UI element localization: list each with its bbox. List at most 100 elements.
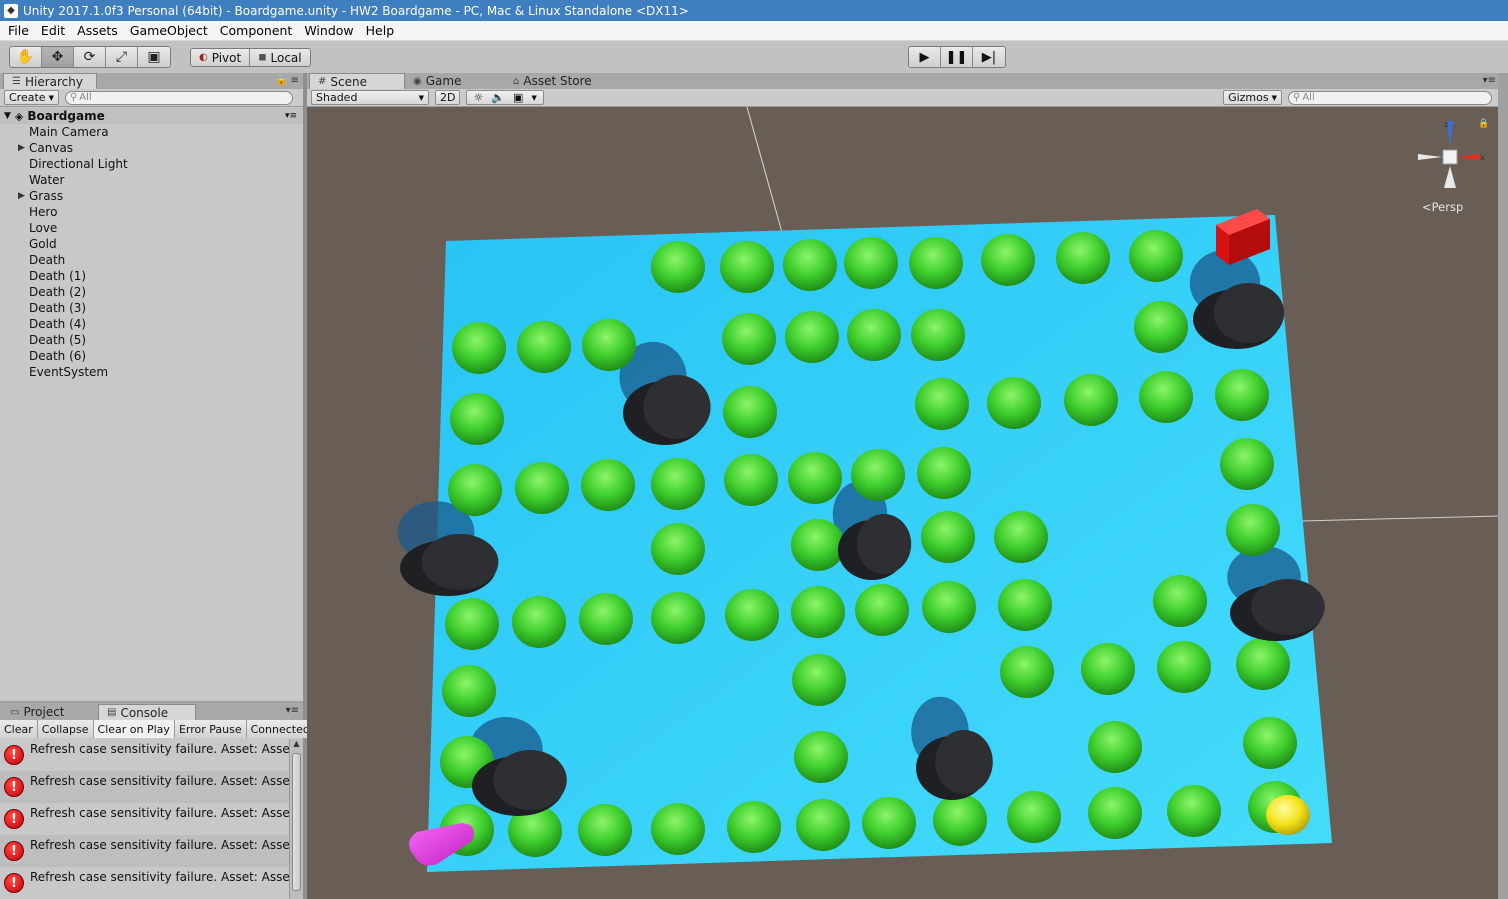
grass-sphere[interactable] [862, 797, 916, 849]
persp-label[interactable]: <Persp [1422, 200, 1463, 214]
death-cylinder[interactable] [643, 375, 711, 439]
effects-toggle-icon[interactable]: ▣ [513, 91, 523, 104]
grass-sphere[interactable] [911, 309, 965, 361]
hierarchy-item[interactable]: Death (2) [0, 284, 303, 300]
step-button[interactable]: ▶| [973, 47, 1005, 67]
grass-sphere[interactable] [783, 239, 837, 291]
grass-sphere[interactable] [1215, 369, 1269, 421]
grass-sphere[interactable] [792, 654, 846, 706]
death-cylinder[interactable] [493, 750, 567, 810]
grass-sphere[interactable] [1226, 504, 1280, 556]
menu-help[interactable]: Help [360, 23, 401, 38]
death-cylinder[interactable] [856, 514, 912, 574]
tab-asset-store[interactable]: ⌂ Asset Store [505, 73, 615, 89]
scroll-up-icon[interactable]: ▲ [290, 739, 303, 751]
death-cylinder[interactable] [1251, 579, 1325, 635]
grass-sphere[interactable] [581, 459, 635, 511]
grass-sphere[interactable] [987, 377, 1041, 429]
connected-button[interactable]: Connected [246, 720, 315, 738]
grass-sphere[interactable] [517, 321, 571, 373]
grass-sphere[interactable] [1088, 787, 1142, 839]
grass-sphere[interactable] [723, 386, 777, 438]
hierarchy-item[interactable]: Death [0, 252, 303, 268]
grass-sphere[interactable] [844, 237, 898, 289]
grass-sphere[interactable] [651, 523, 705, 575]
scrollbar-thumb[interactable] [292, 753, 301, 891]
grass-sphere[interactable] [722, 313, 776, 365]
gizmo-center-cube[interactable] [1442, 149, 1458, 165]
grass-sphere[interactable] [1064, 374, 1118, 426]
menu-edit[interactable]: Edit [35, 23, 71, 38]
gold-sphere[interactable] [1266, 795, 1310, 835]
grass-sphere[interactable] [796, 799, 850, 851]
grass-sphere[interactable] [847, 309, 901, 361]
grass-sphere[interactable] [582, 319, 636, 371]
death-cylinder[interactable] [421, 534, 499, 590]
scene-orientation-gizmo[interactable]: z x [1410, 118, 1490, 198]
hierarchy-item[interactable]: Water [0, 172, 303, 188]
expand-arrow-icon[interactable]: ▶ [18, 191, 28, 201]
shading-mode-dropdown[interactable]: Shaded ▼ [311, 90, 429, 105]
grass-sphere[interactable] [917, 447, 971, 499]
menu-file[interactable]: File [2, 23, 35, 38]
play-button[interactable]: ▶ [909, 47, 941, 67]
grass-sphere[interactable] [579, 593, 633, 645]
pivot-button[interactable]: ◐ Pivot [191, 49, 251, 66]
audio-toggle-icon[interactable]: 🔈 [491, 91, 505, 104]
clear-on-play-button[interactable]: Clear on Play [93, 720, 175, 738]
menu-component[interactable]: Component [214, 23, 299, 38]
grass-sphere[interactable] [785, 311, 839, 363]
menu-window[interactable]: Window [298, 23, 359, 38]
hierarchy-item[interactable]: Directional Light [0, 156, 303, 172]
grass-sphere[interactable] [651, 803, 705, 855]
hierarchy-item[interactable]: ▶ Grass [0, 188, 303, 204]
grass-sphere[interactable] [448, 464, 502, 516]
scene-root[interactable]: ▼ ◈ Boardgame ▾≡ [0, 108, 303, 124]
hierarchy-item[interactable]: Death (6) [0, 348, 303, 364]
create-dropdown[interactable]: Create ▼ [4, 90, 59, 105]
hierarchy-item[interactable]: ▶ Canvas [0, 140, 303, 156]
grass-sphere[interactable] [445, 598, 499, 650]
scene-viewport[interactable] [307, 107, 1498, 899]
console-scrollbar[interactable]: ▲ [289, 739, 303, 899]
grass-sphere[interactable] [791, 519, 845, 571]
gizmo-lock-icon[interactable]: 🔒 [1478, 119, 1489, 129]
grass-sphere[interactable] [915, 378, 969, 430]
lighting-toggle-icon[interactable]: ☼ [473, 91, 483, 104]
grass-sphere[interactable] [998, 579, 1052, 631]
grass-sphere[interactable] [1243, 717, 1297, 769]
rotate-tool-button[interactable]: ⟳ [74, 47, 106, 67]
grass-sphere[interactable] [720, 241, 774, 293]
console-log-row[interactable]: ! Refresh case sensitivity failure. Asset… [0, 739, 289, 771]
grass-sphere[interactable] [1139, 371, 1193, 423]
grass-sphere[interactable] [1129, 230, 1183, 282]
grass-sphere[interactable] [651, 241, 705, 293]
grass-sphere[interactable] [1236, 638, 1290, 690]
tab-project[interactable]: ▭ Project [2, 704, 98, 720]
grass-sphere[interactable] [981, 234, 1035, 286]
scene-search-input[interactable]: ⚲ All [1288, 90, 1492, 105]
console-menu-icon[interactable]: ▾≡ [286, 705, 299, 716]
rect-tool-button[interactable]: ▣ [138, 47, 170, 67]
collapse-button[interactable]: Collapse [37, 720, 94, 738]
hierarchy-item[interactable]: Love [0, 220, 303, 236]
grass-sphere[interactable] [1088, 721, 1142, 773]
menu-assets[interactable]: Assets [71, 23, 124, 38]
pause-button[interactable]: ❚❚ [941, 47, 973, 67]
expand-arrow-icon[interactable]: ▶ [18, 143, 28, 153]
grass-sphere[interactable] [442, 665, 496, 717]
grass-sphere[interactable] [725, 589, 779, 641]
grass-sphere[interactable] [1081, 643, 1135, 695]
grass-sphere[interactable] [1007, 791, 1061, 843]
move-tool-button[interactable]: ✥ [42, 47, 74, 67]
hierarchy-item[interactable]: Death (4) [0, 316, 303, 332]
grass-sphere[interactable] [1000, 646, 1054, 698]
hierarchy-item[interactable]: Death (5) [0, 332, 303, 348]
grass-sphere[interactable] [651, 458, 705, 510]
hierarchy-item[interactable]: Gold [0, 236, 303, 252]
neg-y-axis-cone[interactable] [1444, 166, 1456, 188]
scale-tool-button[interactable]: ⤢ [106, 47, 138, 67]
tab-game[interactable]: ◉ Game [405, 73, 505, 89]
hierarchy-search-input[interactable]: ⚲ All [64, 90, 293, 105]
neg-x-axis-cone[interactable] [1418, 154, 1442, 160]
